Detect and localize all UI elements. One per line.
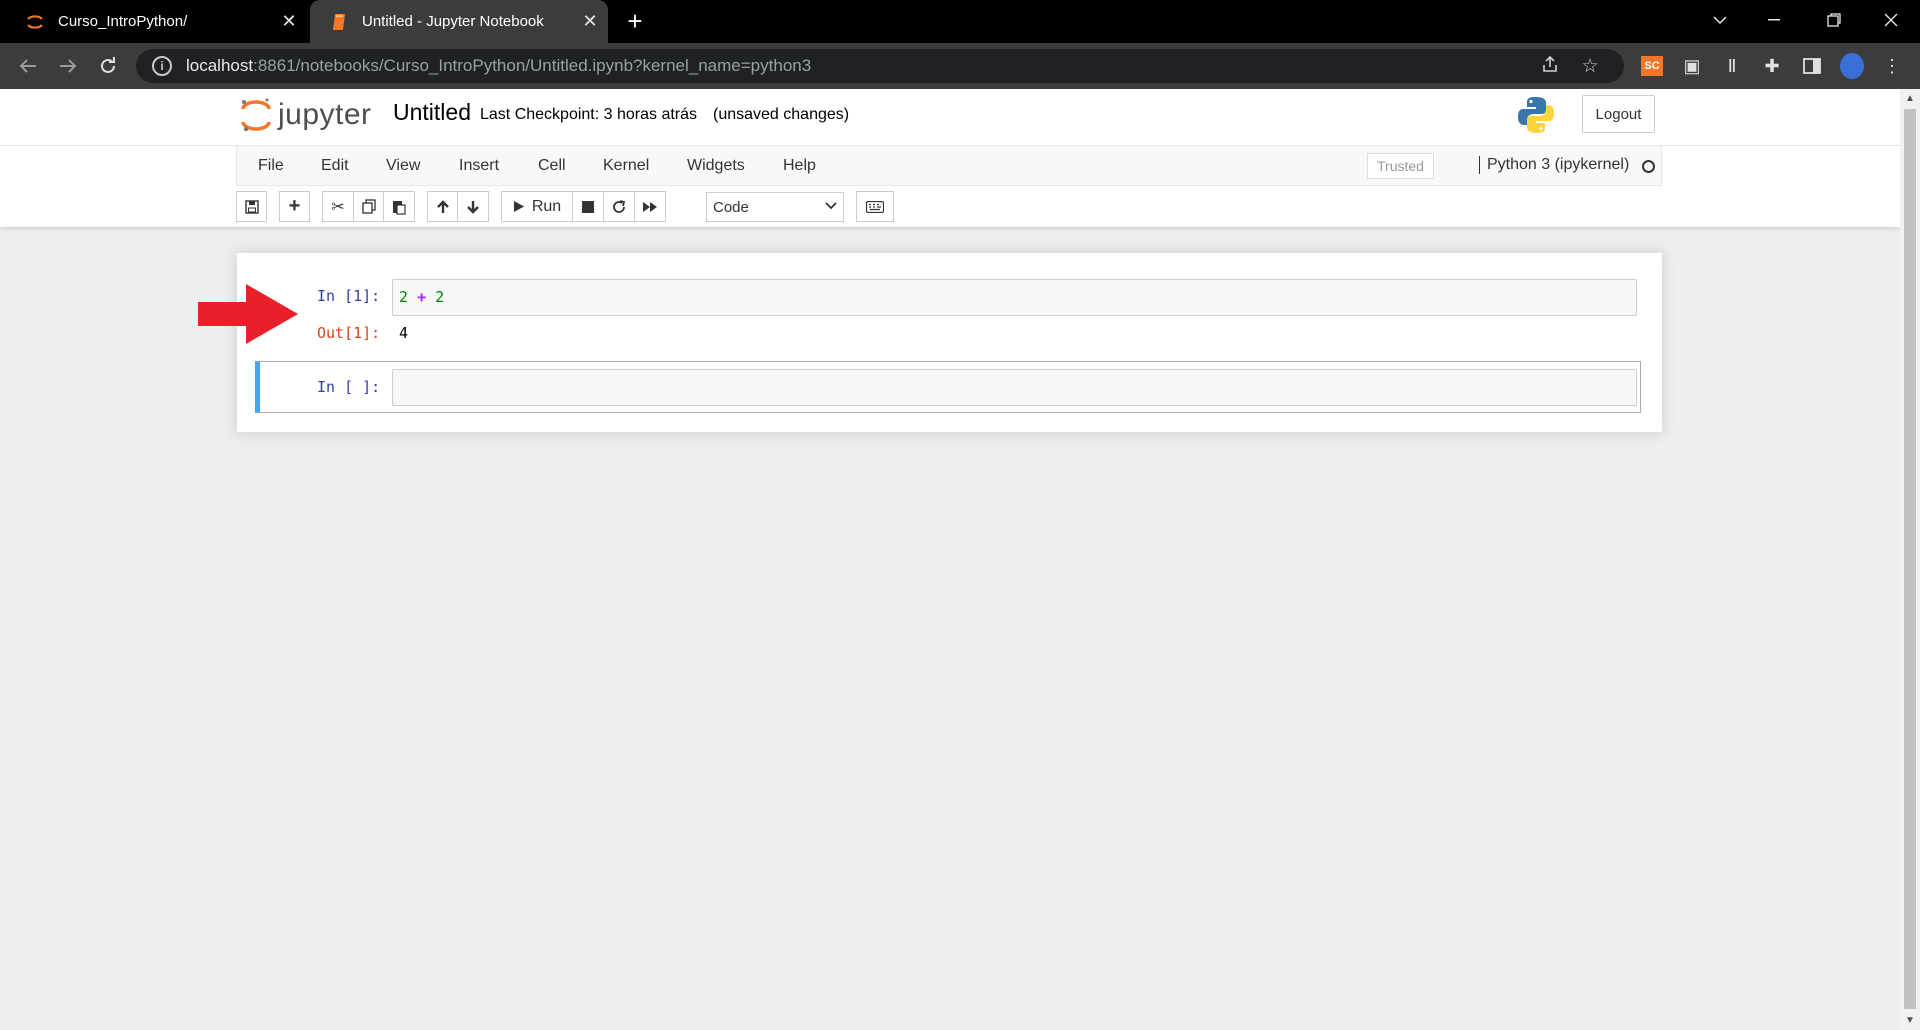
browser-menu-icon[interactable]: ⋮ [1880, 55, 1904, 77]
site-info-icon[interactable]: i [152, 56, 172, 76]
menubar: File Edit View Insert Cell Kernel Widget… [236, 146, 1662, 186]
move-down-button[interactable] [457, 191, 489, 222]
text-extension-icon[interactable]: Ⅱ [1720, 55, 1744, 77]
scissors-icon: ✂ [331, 198, 345, 216]
new-tab-icon[interactable]: + [620, 8, 650, 36]
run-button[interactable]: Run [501, 191, 573, 222]
cell-type-value: Code [713, 198, 749, 216]
jupyter-logo-icon [241, 98, 271, 132]
save-icon [244, 199, 259, 214]
restart-run-all-button[interactable] [634, 191, 666, 222]
page-scrollbar[interactable]: ▲ ▼ [1900, 89, 1920, 1030]
translate-extension-icon[interactable]: ▣ [1680, 55, 1704, 77]
jupyter-menu-area: File Edit View Insert Cell Kernel Widget… [0, 145, 1900, 227]
notebook-container: In [1]: 2 + 2 Out[1]: 4 In [ ]: [237, 253, 1662, 432]
output-prompt: Out[1]: [317, 324, 381, 342]
keyboard-icon [866, 200, 884, 213]
insert-cell-button[interactable]: + [279, 191, 310, 222]
command-palette-button[interactable] [856, 191, 894, 222]
arrow-down-icon [467, 200, 479, 214]
menu-help[interactable]: Help [783, 157, 816, 175]
cut-button[interactable]: ✂ [322, 191, 354, 222]
cell-output: 4 [399, 324, 409, 342]
restore-icon[interactable] [1811, 0, 1857, 40]
paste-icon [393, 200, 406, 215]
code-cell-input[interactable] [392, 369, 1637, 406]
close-tab-icon[interactable]: ✕ [271, 11, 307, 32]
address-bar[interactable]: i localhost:8861/notebooks/Curso_IntroPy… [136, 49, 1624, 83]
cell-type-select[interactable]: Code [706, 192, 844, 222]
share-icon[interactable] [1538, 55, 1562, 77]
chevron-down-icon [825, 197, 837, 213]
bookmark-star-icon[interactable]: ☆ [1578, 55, 1602, 77]
play-icon [513, 201, 524, 212]
reload-icon[interactable] [88, 43, 128, 89]
browser-toolbar: i localhost:8861/notebooks/Curso_IntroPy… [0, 43, 1920, 89]
sc-extension-icon[interactable]: SC [1640, 55, 1664, 77]
back-arrow-icon[interactable] [8, 43, 48, 89]
scroll-up-icon[interactable]: ▲ [1905, 93, 1915, 104]
forward-arrow-icon[interactable] [48, 43, 88, 89]
paste-button[interactable] [383, 191, 415, 222]
arrow-up-icon [436, 199, 449, 213]
copy-button[interactable] [353, 191, 384, 222]
run-label: Run [531, 197, 562, 215]
scroll-down-icon[interactable]: ▼ [1905, 1015, 1915, 1026]
kernel-name[interactable]: Python 3 (ipykernel) [1479, 156, 1629, 174]
jupyter-favicon-icon [24, 11, 46, 33]
close-window-icon[interactable] [1868, 0, 1914, 40]
copy-icon [361, 199, 376, 214]
stop-icon [582, 200, 594, 213]
code-cell-input[interactable]: 2 + 2 [392, 279, 1637, 316]
red-annotation-arrow-icon [198, 284, 298, 344]
extensions-puzzle-icon[interactable]: ✚ [1760, 55, 1784, 77]
jupyter-header: jupyter Untitled Last Checkpoint: 3 hora… [0, 89, 1900, 145]
fast-forward-icon [643, 201, 657, 212]
menu-kernel[interactable]: Kernel [603, 157, 649, 175]
restart-kernel-button[interactable] [603, 191, 635, 222]
restart-icon [613, 199, 626, 213]
tab-untitled-notebook[interactable]: Untitled - Jupyter Notebook ✕ [310, 0, 608, 43]
python-logo-icon [1518, 97, 1554, 133]
input-prompt: In [ ]: [317, 378, 381, 396]
profile-avatar[interactable] [1840, 53, 1864, 79]
browser-tabstrip: Curso_IntroPython/ ✕ Untitled - Jupyter … [0, 0, 1920, 43]
tab-title: Untitled - Jupyter Notebook [362, 13, 544, 30]
move-up-button[interactable] [427, 191, 458, 222]
jupyter-logo[interactable]: jupyter [240, 95, 372, 135]
kernel-idle-icon [1642, 160, 1655, 173]
tab-search-chevron-icon[interactable] [1697, 0, 1743, 40]
trusted-indicator[interactable]: Trusted [1367, 153, 1434, 179]
menu-widgets[interactable]: Widgets [687, 157, 745, 175]
minimize-icon[interactable] [1751, 0, 1797, 40]
tab-curso-intropython[interactable]: Curso_IntroPython/ ✕ [0, 0, 307, 43]
menu-view[interactable]: View [386, 157, 420, 175]
logout-button[interactable]: Logout [1582, 95, 1655, 133]
autosave-status: (unsaved changes) [713, 106, 850, 123]
jupyter-wordmark: jupyter [278, 98, 372, 131]
url-text: localhost:8861/notebooks/Curso_IntroPyth… [186, 56, 812, 75]
side-panel-icon[interactable] [1800, 55, 1824, 77]
input-prompt: In [1]: [317, 287, 381, 305]
last-checkpoint: Last Checkpoint: 3 horas atrás [480, 106, 698, 123]
scroll-thumb[interactable] [1904, 109, 1916, 1009]
notebook-title[interactable]: Untitled [393, 99, 471, 126]
menu-cell[interactable]: Cell [538, 157, 566, 175]
menu-file[interactable]: File [258, 157, 284, 175]
menu-insert[interactable]: Insert [459, 157, 499, 175]
save-button[interactable] [236, 191, 267, 222]
close-tab-icon[interactable]: ✕ [572, 11, 608, 32]
plus-icon: + [288, 195, 301, 217]
menu-edit[interactable]: Edit [321, 157, 349, 175]
notebook-favicon-icon [328, 11, 350, 33]
interrupt-kernel-button[interactable] [572, 191, 604, 222]
tab-title: Curso_IntroPython/ [58, 13, 188, 30]
